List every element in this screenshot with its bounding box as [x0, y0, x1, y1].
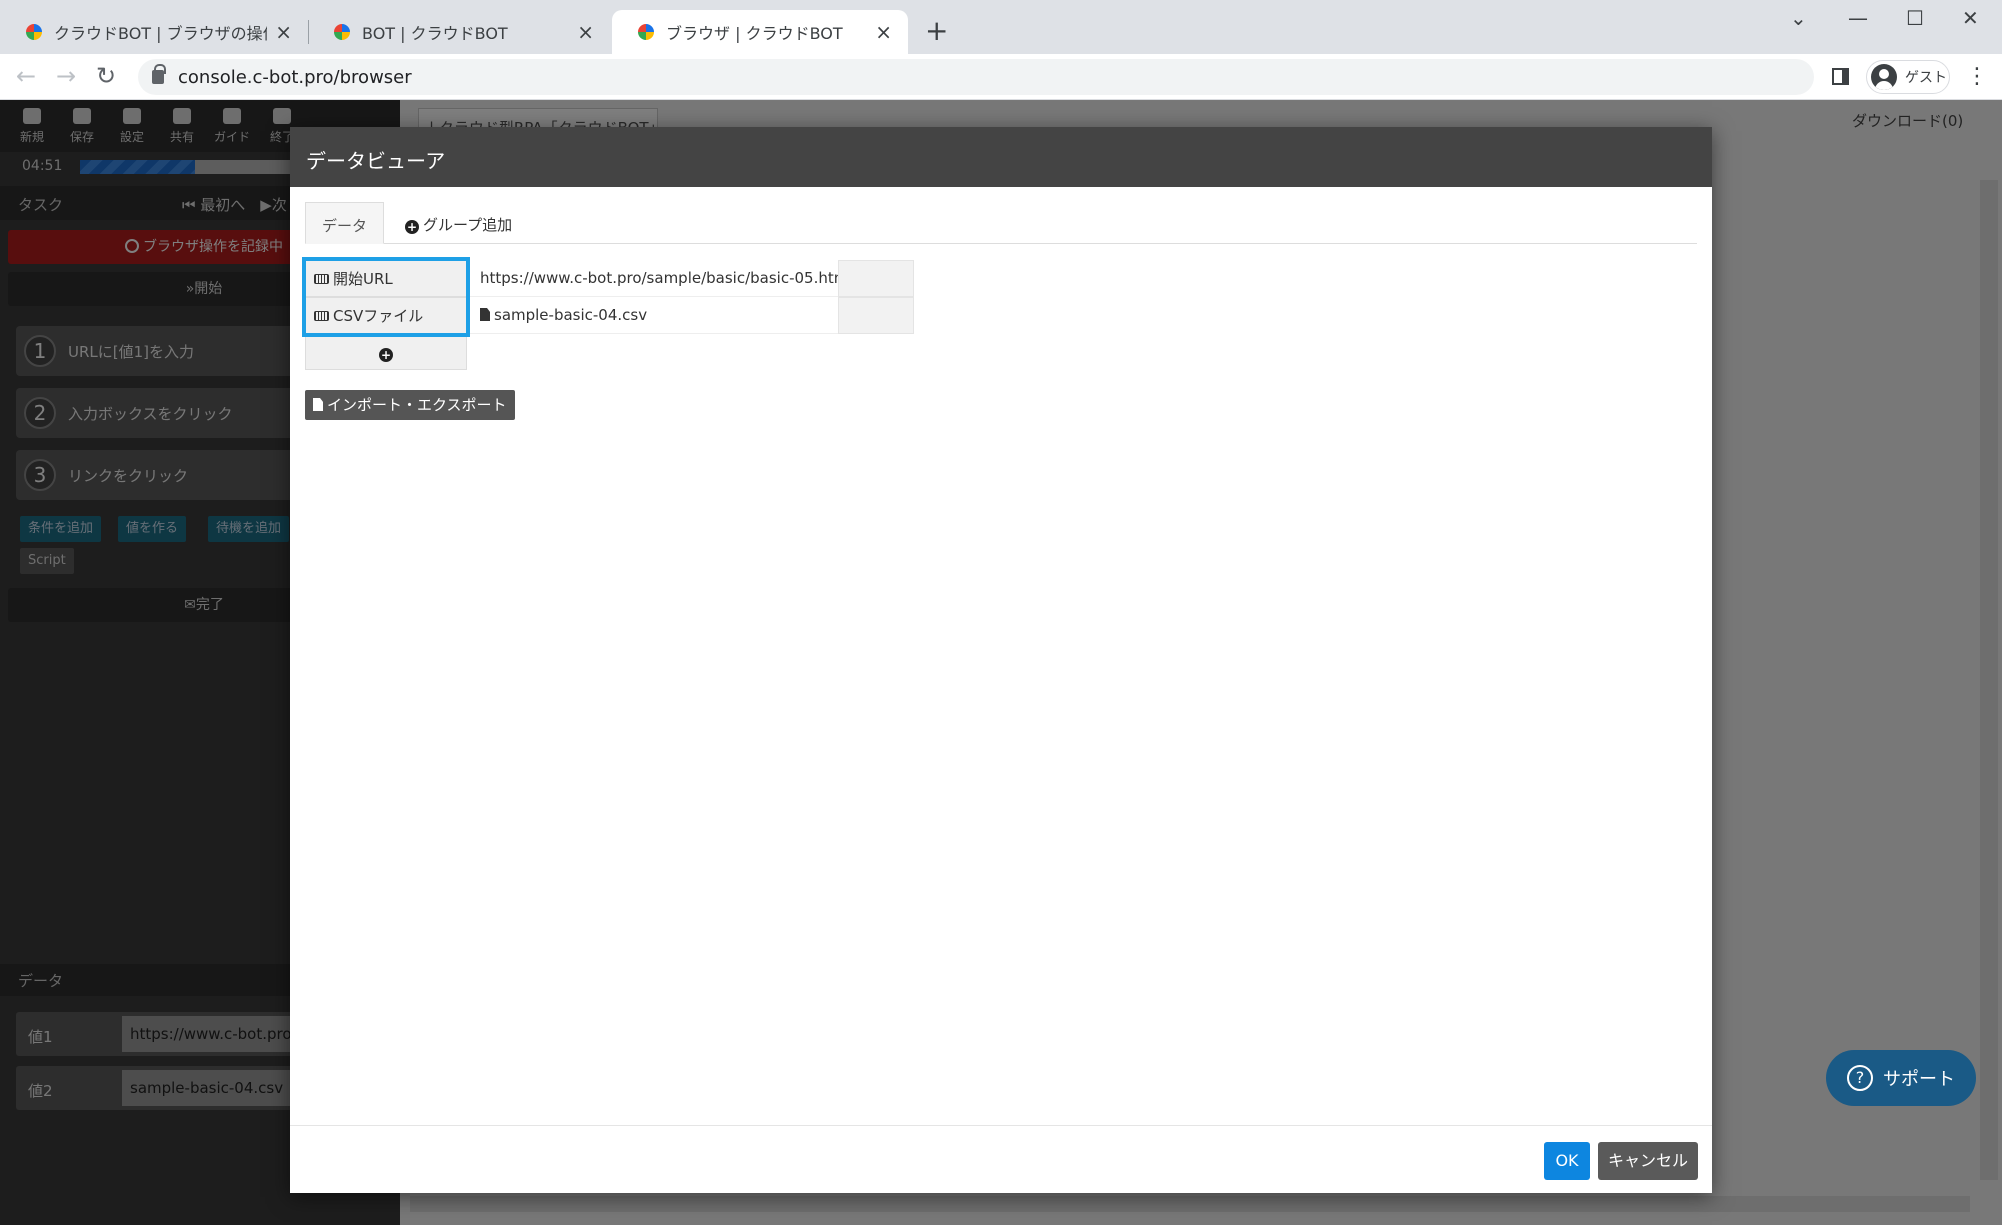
menu-kebab-icon[interactable]: ⋮ — [1966, 64, 1988, 89]
keyboard-icon — [314, 274, 329, 284]
add-row-button[interactable]: + — [305, 333, 467, 370]
plus-circle-icon: + — [379, 348, 393, 362]
data-extra-cell[interactable] — [838, 260, 914, 297]
modal-tabs: データ + グループ追加 — [305, 202, 1697, 244]
minimize-icon[interactable]: — — [1848, 6, 1868, 30]
browser-tab-3[interactable]: ブラウザ | クラウドBOT × — [612, 10, 908, 54]
plus-circle-icon: + — [405, 220, 419, 234]
import-export-label: インポート・エクスポート — [327, 396, 507, 414]
modal-title: データビューア — [290, 127, 1712, 187]
data-key: CSVファイル — [333, 307, 424, 325]
help-icon: ? — [1847, 1065, 1873, 1091]
data-key: 開始URL — [333, 270, 393, 288]
chevron-down-icon[interactable]: ⌄ — [1790, 6, 1807, 30]
ok-button[interactable]: OK — [1544, 1142, 1590, 1180]
reload-icon[interactable]: ↻ — [96, 62, 116, 90]
file-icon — [313, 398, 323, 411]
data-extra-cell[interactable] — [838, 297, 914, 334]
address-bar[interactable]: console.c-bot.pro/browser — [138, 59, 1814, 95]
forward-icon[interactable]: → — [56, 62, 76, 90]
file-icon — [480, 308, 490, 321]
lock-icon — [152, 64, 166, 84]
avatar-icon — [1871, 64, 1897, 90]
data-key-cell[interactable]: CSVファイル — [305, 297, 467, 334]
profile-label: ゲスト — [1905, 70, 1947, 86]
import-export-button[interactable]: インポート・エクスポート — [305, 390, 515, 420]
modal-footer: OK キャンセル — [290, 1125, 1712, 1193]
keyboard-icon — [314, 311, 329, 321]
data-viewer-modal: データビューア データ + グループ追加 開始URL https://www.c-… — [290, 127, 1712, 1193]
data-value: sample-basic-04.csv — [494, 306, 648, 324]
maximize-icon[interactable]: ☐ — [1906, 6, 1924, 30]
support-label: サポート — [1883, 1069, 1955, 1090]
browser-tab-2[interactable]: BOT | クラウドBOT × — [308, 10, 610, 54]
close-icon[interactable]: × — [275, 20, 292, 44]
profile-button[interactable]: ゲスト — [1866, 60, 1950, 94]
close-icon[interactable]: × — [577, 20, 594, 44]
back-icon[interactable]: ← — [16, 62, 36, 90]
add-group-button[interactable]: + グループ追加 — [389, 202, 528, 244]
data-value: https://www.c-bot.pro/sample/basic/basic… — [480, 269, 838, 287]
browser-tab-title: クラウドBOT | ブラウザの操作を自動化 — [54, 24, 267, 43]
side-panel-icon[interactable] — [1832, 68, 1849, 85]
data-key-cell[interactable]: 開始URL — [305, 260, 467, 297]
browser-tab-title: BOT | クラウドBOT — [362, 24, 508, 43]
add-group-label: グループ追加 — [423, 216, 513, 234]
data-value-cell[interactable]: sample-basic-04.csv — [470, 297, 838, 334]
close-icon[interactable]: × — [875, 20, 892, 44]
favicon-icon — [26, 24, 42, 40]
cancel-button[interactable]: キャンセル — [1598, 1142, 1698, 1180]
data-value-cell[interactable]: https://www.c-bot.pro/sample/basic/basic… — [470, 260, 838, 297]
browser-toolbar: ← → ↻ console.c-bot.pro/browser ゲスト ⋮ — [0, 54, 2002, 100]
favicon-icon — [638, 24, 654, 40]
browser-tab-1[interactable]: クラウドBOT | ブラウザの操作を自動化 × — [0, 10, 308, 54]
support-button[interactable]: ? サポート — [1826, 1050, 1976, 1106]
url-text: console.c-bot.pro/browser — [178, 66, 412, 88]
window-close-icon[interactable]: ✕ — [1962, 6, 1979, 30]
favicon-icon — [334, 24, 350, 40]
browser-tab-title: ブラウザ | クラウドBOT — [666, 24, 843, 43]
tab-data[interactable]: データ — [305, 202, 385, 244]
new-tab-icon[interactable]: + — [925, 14, 948, 47]
browser-tabstrip: クラウドBOT | ブラウザの操作を自動化 × BOT | クラウドBOT × … — [0, 0, 2002, 54]
